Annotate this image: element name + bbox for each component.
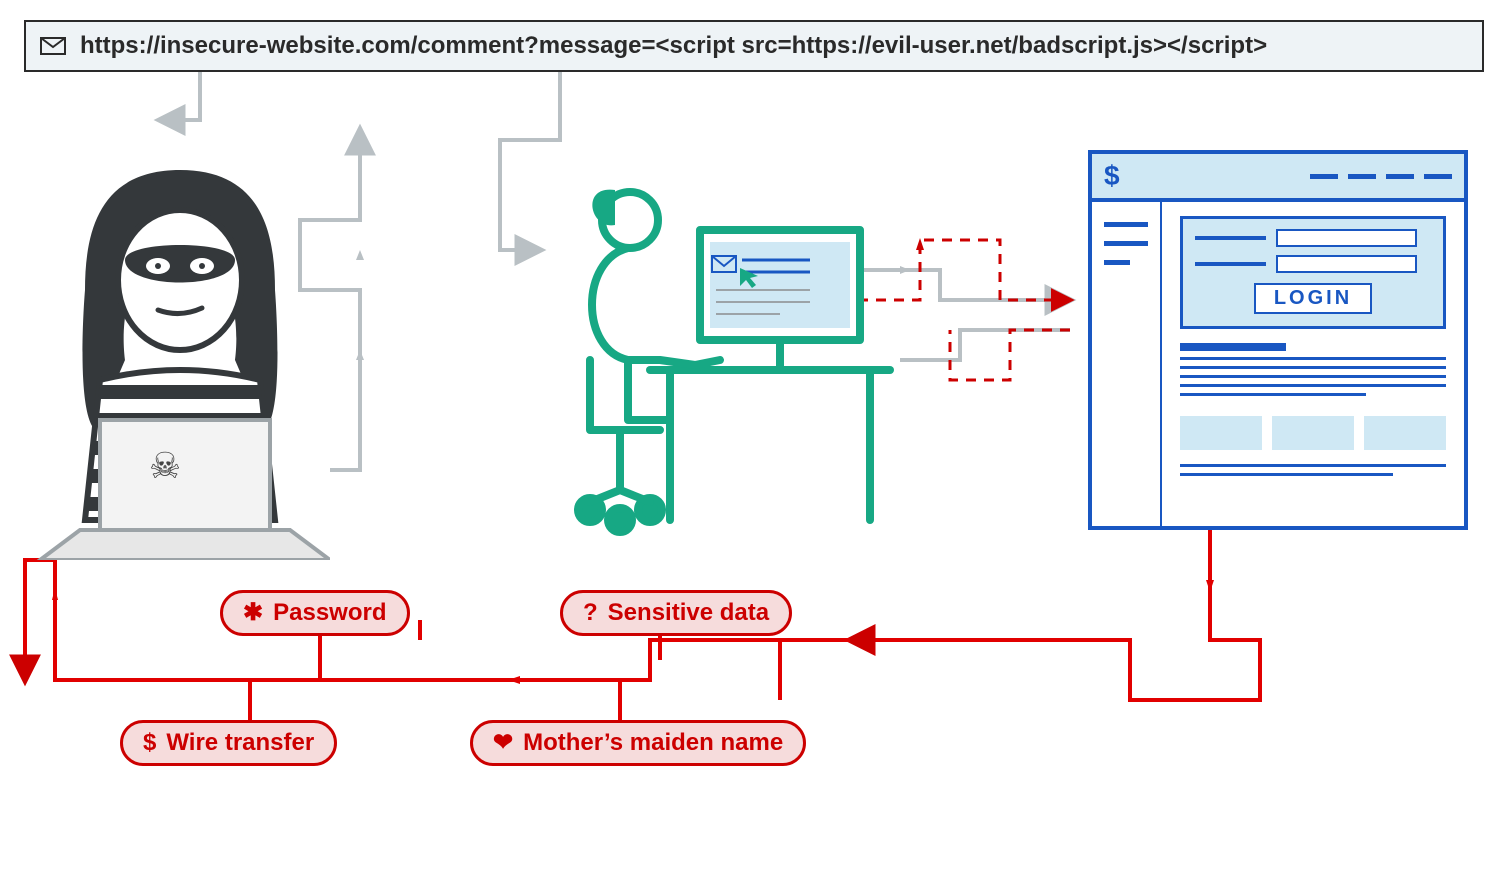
stolen-maiden-name-pill: ❤ Mother’s maiden name	[470, 720, 806, 766]
site-content-lines-2	[1180, 458, 1446, 482]
dollar-icon: $	[1104, 160, 1120, 192]
target-website: $ LOGIN	[1088, 150, 1468, 530]
stolen-wire-transfer-pill: $ Wire transfer	[120, 720, 337, 766]
password-field[interactable]	[1276, 255, 1418, 273]
pill-label: Mother’s maiden name	[523, 729, 783, 757]
pill-label: Wire transfer	[166, 729, 314, 757]
login-form: LOGIN	[1180, 216, 1446, 329]
heart-icon: ❤	[493, 731, 513, 755]
pill-label: Sensitive data	[608, 599, 769, 627]
asterisk-icon: ✱	[243, 601, 263, 625]
attacker-figure	[30, 160, 330, 560]
victim-figure	[520, 170, 900, 550]
site-sidebar	[1092, 202, 1162, 526]
site-content-lines	[1180, 337, 1446, 402]
stolen-sensitive-data-pill: ? Sensitive data	[560, 590, 792, 636]
envelope-icon	[40, 37, 66, 55]
site-content-blocks	[1180, 416, 1446, 450]
username-field[interactable]	[1276, 229, 1418, 247]
site-nav-placeholder	[1310, 174, 1452, 179]
malicious-url: https://insecure-website.com/comment?mes…	[80, 32, 1267, 60]
dollar-icon: $	[143, 731, 156, 755]
login-button[interactable]: LOGIN	[1254, 283, 1372, 314]
stolen-password-pill: ✱ Password	[220, 590, 410, 636]
site-header: $	[1092, 154, 1464, 202]
malicious-url-bar: https://insecure-website.com/comment?mes…	[24, 20, 1484, 72]
pill-label: Password	[273, 599, 386, 627]
skull-icon: ☠	[140, 445, 190, 495]
question-icon: ?	[583, 601, 598, 625]
